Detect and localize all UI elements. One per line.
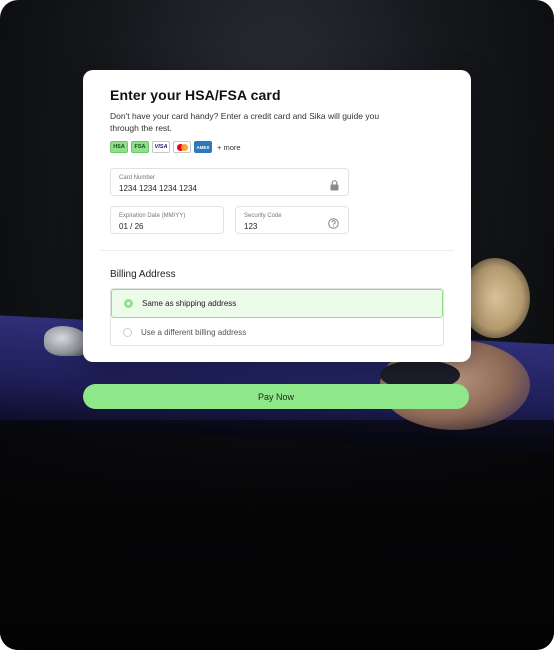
expiration-date-label: Expiration Date (MM/YY) <box>119 213 186 219</box>
visa-icon: VISA <box>152 141 170 153</box>
different-billing-option[interactable]: Use a different billing address <box>111 318 443 345</box>
app-frame: Enter your HSA/FSA card Don't have your … <box>0 0 554 650</box>
billing-address-options: Same as shipping address Use a different… <box>110 288 444 346</box>
radio-unselected-icon[interactable] <box>123 328 132 337</box>
security-code-label: Security Code <box>244 213 282 219</box>
mastercard-icon <box>173 141 191 153</box>
different-billing-label: Use a different billing address <box>141 328 247 337</box>
payment-card-panel: Enter your HSA/FSA card Don't have your … <box>83 70 471 362</box>
card-number-input[interactable]: 1234 1234 1234 1234 <box>119 184 197 193</box>
section-divider <box>100 250 454 251</box>
expiration-date-field[interactable]: Expiration Date (MM/YY) 01 / 26 <box>110 206 224 234</box>
page-title: Enter your HSA/FSA card <box>110 87 281 103</box>
same-as-shipping-option[interactable]: Same as shipping address <box>111 289 443 318</box>
billing-address-title: Billing Address <box>110 269 176 280</box>
security-code-field[interactable]: Security Code 123 <box>235 206 349 234</box>
amex-icon: AMEX <box>194 141 212 153</box>
card-number-label: Card Number <box>119 175 156 181</box>
hsa-badge: HSA <box>110 141 128 153</box>
same-as-shipping-label: Same as shipping address <box>142 299 237 308</box>
expiration-date-input[interactable]: 01 / 26 <box>119 222 143 231</box>
more-cards-label: + more <box>217 142 241 152</box>
help-circle-icon[interactable] <box>328 216 339 234</box>
pay-now-button[interactable]: Pay Now <box>83 384 469 409</box>
background-shadow <box>0 420 554 650</box>
lock-icon <box>330 178 339 196</box>
security-code-input[interactable]: 123 <box>244 222 257 231</box>
card-subtitle: Don't have your card handy? Enter a cred… <box>110 111 380 133</box>
radio-selected-icon[interactable] <box>124 299 133 308</box>
fsa-badge: FSA <box>131 141 149 153</box>
accepted-cards: HSA FSA VISA AMEX + more <box>110 141 241 153</box>
card-number-field[interactable]: Card Number 1234 1234 1234 1234 <box>110 168 349 196</box>
